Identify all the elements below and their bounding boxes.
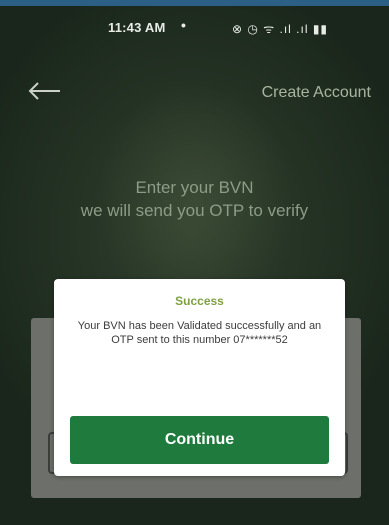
app-screen: 11:43 AM • ⊗ ◷ ᯤ .ıl .ıl ▮▮ Create Accou… xyxy=(0,0,389,525)
status-dot: • xyxy=(181,17,186,33)
continue-button[interactable]: Continue xyxy=(70,416,329,464)
arrow-left-icon xyxy=(28,82,60,100)
dialog-title: Success xyxy=(175,294,224,308)
status-time: 11:43 AM xyxy=(108,20,166,35)
instruction-line-2: we will send you OTP to verify xyxy=(80,201,309,220)
status-bar: 11:43 AM • ⊗ ◷ ᯤ .ıl .ıl ▮▮ xyxy=(0,6,389,50)
back-button[interactable] xyxy=(26,78,62,104)
success-dialog: Success Your BVN has been Validated succ… xyxy=(54,279,345,476)
page-title: Create Account xyxy=(261,84,371,101)
status-icons: ⊗ ◷ ᯤ .ıl .ıl ▮▮ xyxy=(232,22,329,36)
instruction-line-1: Enter your BVN xyxy=(135,178,254,197)
dialog-message: Your BVN has been Validated successfully… xyxy=(77,320,322,346)
